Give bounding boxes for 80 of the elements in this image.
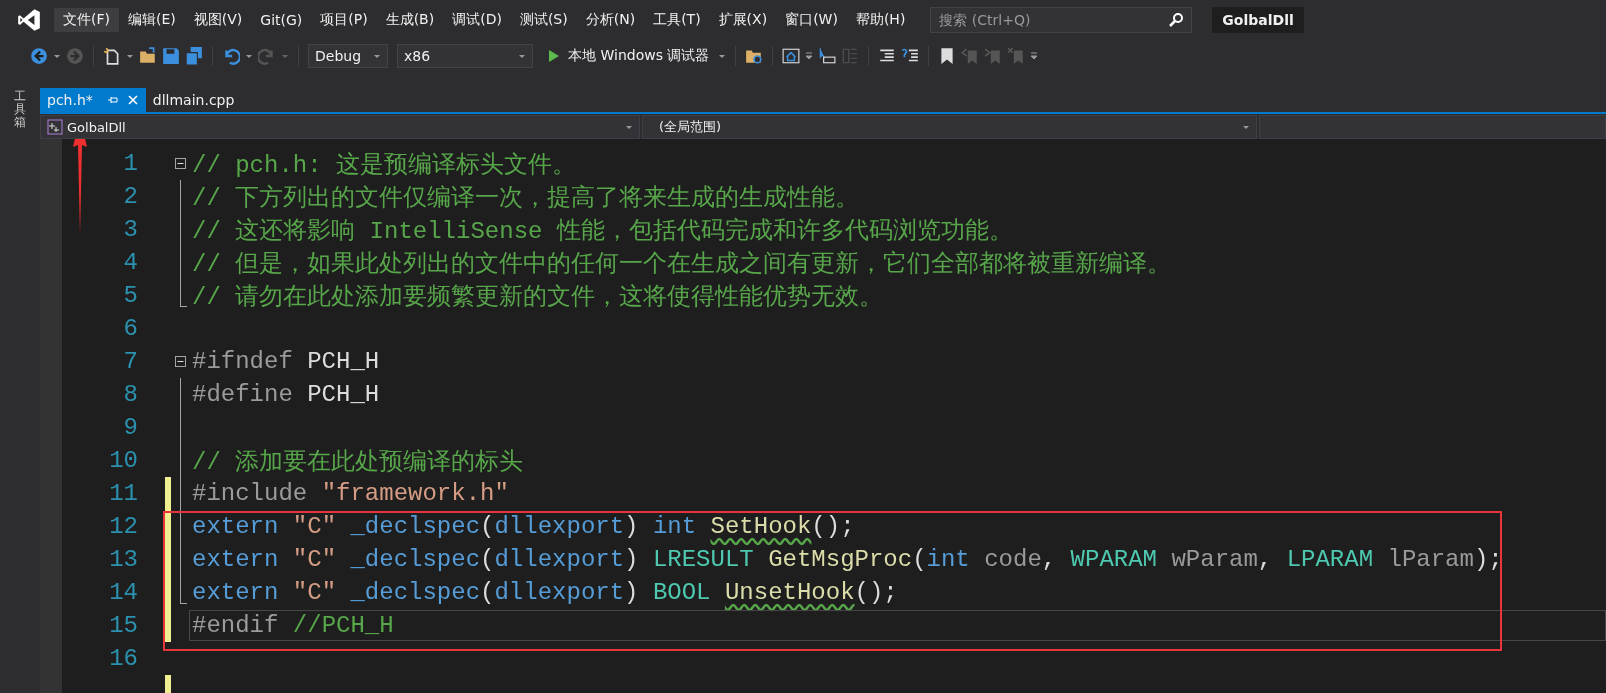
file-tab[interactable]: dllmain.cpp — [145, 88, 242, 112]
code-line: #include "framework.h" — [192, 480, 509, 507]
line-number: 16 — [108, 645, 138, 672]
menu-item[interactable]: Git(G) — [251, 9, 312, 31]
code-line: #endif //PCH_H — [192, 612, 394, 639]
save-icon[interactable] — [162, 47, 180, 65]
play-icon — [548, 49, 560, 63]
configuration-dropdown[interactable]: Debug — [308, 44, 388, 68]
toolbox-tab[interactable]: 工具箱 — [14, 90, 26, 130]
start-debugging-button[interactable]: 本地 Windows 调试器 — [544, 47, 714, 65]
caret-icon[interactable] — [245, 52, 253, 60]
line-number: 1 — [122, 150, 138, 177]
line-number: 3 — [122, 216, 138, 243]
caret-icon[interactable] — [1030, 52, 1039, 60]
save-all-icon[interactable] — [185, 47, 203, 65]
collapse-icon[interactable] — [175, 356, 186, 367]
caret-icon[interactable] — [718, 52, 727, 60]
new-item-icon[interactable] — [103, 47, 121, 65]
close-icon[interactable] — [126, 94, 139, 106]
menu-item[interactable]: 分析(N) — [576, 8, 645, 32]
code-line: extern "C" _declspec(dllexport) LRESULT GetMsgProc(int code, WPARAM wParam, LPARAM lParam); — [192, 546, 1503, 573]
project-dropdown[interactable]: GolbalDll — [40, 115, 640, 139]
menu-item[interactable]: 窗口(W) — [776, 8, 847, 32]
caret-icon[interactable] — [805, 52, 814, 60]
line-number: 2 — [122, 183, 138, 210]
line-number: 10 — [108, 447, 138, 474]
line-number: 7 — [122, 348, 138, 375]
platform-dropdown[interactable]: x86 — [397, 44, 533, 68]
caret-icon[interactable] — [53, 52, 61, 60]
pin-icon[interactable] — [106, 94, 119, 106]
solution-title: GolbalDll — [1212, 7, 1304, 33]
menu-item[interactable]: 调试(D) — [443, 8, 511, 32]
menu-item[interactable]: 生成(B) — [376, 8, 444, 32]
caret-icon — [1242, 123, 1250, 131]
menu-item[interactable]: 文件(F) — [54, 8, 119, 32]
code-line: // pch.h: 这是预编译标头文件。 — [192, 150, 577, 180]
menu-item[interactable]: 工具(T) — [644, 8, 710, 32]
project-icon — [47, 119, 63, 135]
line-number: 14 — [108, 579, 138, 606]
line-number: 15 — [108, 612, 138, 639]
code-line: #ifndef PCH_H — [192, 348, 380, 375]
pointer-icon[interactable] — [818, 47, 837, 65]
home-window-icon[interactable] — [782, 47, 801, 65]
line-number: 8 — [122, 381, 138, 408]
line-number: 5 — [122, 282, 138, 309]
code-line: #define PCH_H — [192, 381, 380, 408]
caret-icon[interactable] — [281, 52, 289, 60]
line-number: 11 — [108, 480, 138, 507]
caret-icon — [625, 123, 633, 131]
caret-icon — [518, 52, 526, 60]
menu-item[interactable]: 项目(P) — [311, 8, 377, 32]
open-folder-icon[interactable] — [139, 47, 157, 65]
line-number: 13 — [108, 546, 138, 573]
menu-item[interactable]: 帮助(H) — [846, 8, 915, 32]
line-number: 9 — [122, 414, 138, 441]
code-line: extern "C" _declspec(dllexport) BOOL UnsetHook(); — [192, 579, 898, 606]
code-line: // 下方列出的文件仅编译一次，提高了将来生成的生成性能。 — [192, 183, 860, 213]
line-number: 12 — [108, 513, 138, 540]
caret-icon[interactable] — [126, 52, 134, 60]
line-number: 4 — [122, 249, 138, 276]
code-line: // 这还将影响 IntelliSense 性能，包括代码完成和许多代码浏览功能。 — [192, 216, 1013, 246]
undo-icon[interactable] — [222, 47, 240, 65]
code-line: // 添加要在此处预编译的标头 — [192, 447, 524, 477]
code-line: extern "C" _declspec(dllexport) int SetHook(); — [192, 513, 855, 540]
folder-search-icon[interactable] — [745, 47, 764, 65]
file-tab[interactable]: pch.h* — [40, 88, 146, 112]
scope-dropdown[interactable]: (全局范围) — [642, 115, 1257, 139]
collapse-icon[interactable] — [175, 158, 186, 169]
menu-item[interactable]: 编辑(E) — [119, 8, 185, 32]
caret-icon — [373, 52, 381, 60]
search-icon — [1168, 12, 1185, 28]
menu-item[interactable]: 视图(V) — [184, 8, 252, 32]
search-field[interactable]: 搜索 (Ctrl+Q) — [930, 7, 1193, 33]
menu-item[interactable]: 扩展(X) — [709, 8, 777, 32]
code-line: // 请勿在此处添加要频繁更新的文件，这将使得性能优势无效。 — [192, 282, 884, 312]
logo-icon — [16, 7, 42, 33]
line-number: 6 — [122, 315, 138, 342]
menu-item[interactable]: 测试(S) — [510, 8, 577, 32]
back-icon[interactable] — [30, 47, 48, 65]
code-line: // 但是，如果此处列出的文件中的任何一个在生成之间有更新，它们全部都将被重新编译。 — [192, 249, 1172, 279]
